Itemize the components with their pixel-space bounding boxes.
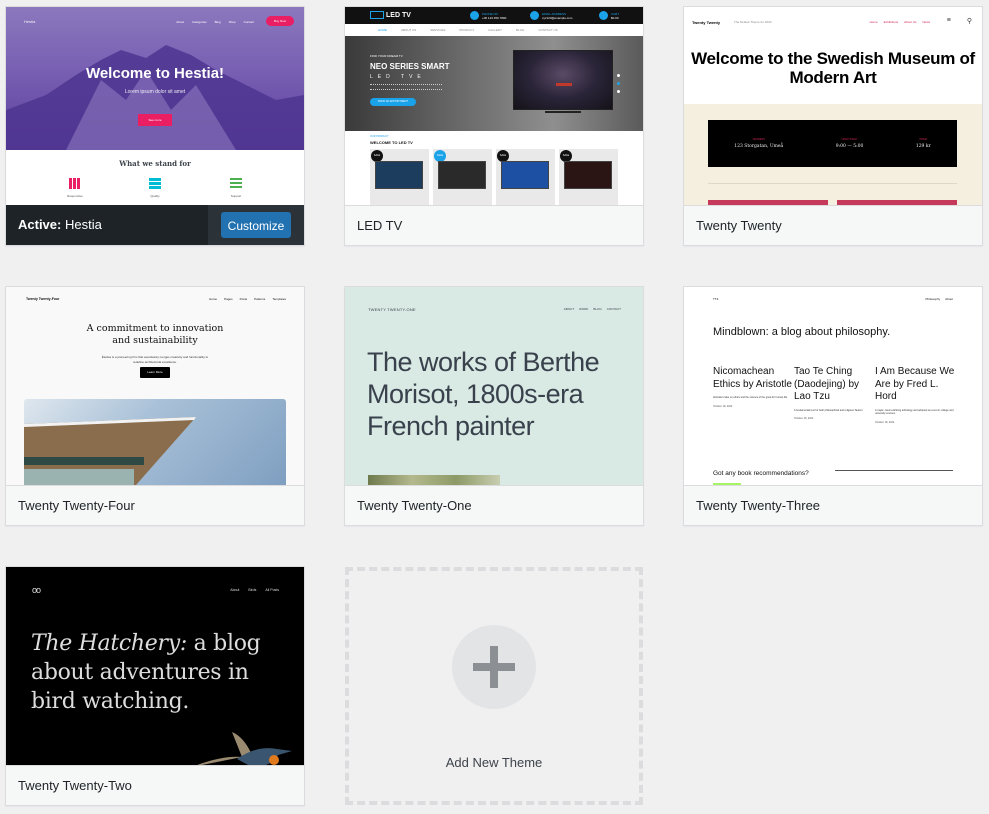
theme-name: Twenty Twenty — [684, 205, 982, 245]
feature-support: Support — [216, 178, 256, 198]
led-topbar: LED TV PHONE NO +00 123 456 7890 EMAIL AD… — [345, 7, 643, 24]
grid-icon — [69, 178, 81, 189]
hero-title: Welcome to the Swedish Museum of Modern … — [691, 49, 975, 87]
product-card: SALEProduct Title 03 — [496, 149, 555, 205]
theme-card-led-tv[interactable]: LED TV PHONE NO +00 123 456 7890 EMAIL AD… — [344, 6, 644, 246]
hero-title: Mindblown: a blog about philosophy. — [713, 326, 891, 338]
hero-title: The Hatchery: a blog about adventures in… — [31, 631, 261, 714]
themes-grid: Hestia About Categories Blog Shop Contac… — [0, 0, 989, 814]
feature-quality: Quality — [135, 178, 175, 198]
add-new-theme-label: Add New Theme — [445, 755, 543, 770]
theme-screenshot[interactable]: oo About Birds All Posts The Hatchery: a b… — [6, 567, 304, 765]
hestia-body: What we stand for Responsive Quality Sup… — [6, 150, 304, 205]
led-hero: FIND YOUR DREAM TV NEO SERIES SMART LED … — [345, 36, 643, 131]
nav-item: About — [176, 20, 185, 24]
tv-icon — [370, 11, 384, 19]
slider-dots — [617, 74, 620, 98]
building-image — [24, 399, 286, 485]
mail-icon — [530, 11, 539, 20]
hestia-logo: Hestia — [24, 19, 36, 24]
theme-screenshot[interactable]: Twenty Twenty-Four Home Pages Posts Pattern… — [6, 287, 304, 485]
theme-name: Twenty Twenty-Two — [6, 765, 304, 805]
see-more-button: See more — [138, 114, 172, 126]
menu-icon: ≡ — [946, 17, 951, 24]
learn-more-button: Learn More — [140, 367, 170, 378]
phone-info: PHONE NO +00 123 456 7890 — [470, 11, 506, 20]
add-new-theme-button[interactable]: Add New Theme — [345, 567, 643, 805]
hero-title: A commitment to innovation and sustainab… — [86, 323, 224, 346]
theme-actions: Customize — [208, 205, 304, 245]
product-card: SALEProduct Title 04 — [559, 149, 618, 205]
theme-card-twenty-twenty[interactable]: Twenty Twenty The Default Theme for 2020… — [683, 6, 983, 246]
theme-screenshot[interactable]: TWENTY TWENTY-ONE ABOUT WORK BLOG CONTACT T… — [345, 287, 643, 485]
hero-title: The works of Berthe Morisot, 1800s-era F… — [367, 347, 600, 441]
painting-image — [368, 475, 500, 485]
post-item: I Am Because We Are by Fred L. Hord A maj… — [875, 366, 955, 424]
theme-card-twenty-twenty-two[interactable]: oo About Birds All Posts The Hatchery: a b… — [5, 566, 305, 806]
nav-item: Categories — [192, 20, 207, 24]
list-icon — [149, 178, 161, 189]
tv-image — [513, 50, 613, 110]
theme-screenshot[interactable]: LED TV PHONE NO +00 123 456 7890 EMAIL AD… — [345, 7, 643, 205]
product-card: SALEProduct Title 01 — [370, 149, 429, 205]
hestia-nav: Hestia About Categories Blog Shop Contac… — [18, 15, 294, 27]
section-title: What we stand for — [119, 159, 191, 168]
theme-screenshot[interactable]: Hestia About Categories Blog Shop Contac… — [6, 7, 304, 205]
cart-info: CART $0.00 — [599, 11, 619, 20]
theme-name-bar: Active: Hestia Customize — [6, 205, 304, 245]
cart-icon — [599, 11, 608, 20]
phone-icon — [470, 11, 479, 20]
active-label: Active: — [18, 217, 62, 232]
feature-responsive: Responsive — [55, 178, 95, 198]
hestia-hero: Hestia About Categories Blog Shop Contac… — [6, 7, 304, 150]
theme-card-twenty-twenty-three[interactable]: TT3 Philosophy About Mindblown: a blog ab… — [683, 286, 983, 526]
nav-item: Contact — [243, 20, 254, 24]
product-card: SALEProduct Title 02 — [433, 149, 492, 205]
theme-card-twenty-twenty-four[interactable]: Twenty Twenty-Four Home Pages Posts Pattern… — [5, 286, 305, 526]
hero-subtitle: LED TVE — [370, 74, 426, 80]
theme-name: Hestia — [64, 217, 102, 232]
post-item: Tao Te Ching (Daodejing) by Lao Tzu A fun… — [794, 366, 864, 420]
nav-item: Shop — [228, 20, 236, 24]
theme-screenshot[interactable]: Twenty Twenty The Default Theme for 2020… — [684, 7, 982, 205]
customize-button[interactable]: Customize — [221, 212, 291, 238]
buy-now-button: Buy Now — [266, 16, 294, 26]
theme-name: Twenty Twenty-Three — [684, 485, 982, 525]
led-nav: HOME ABOUT US SERVICES PRODUCT GALLERY B… — [345, 24, 643, 36]
post-item: Nicomachean Ethics by Aristotle Aristotle… — [713, 366, 792, 408]
theme-name: Twenty Twenty-One — [345, 485, 643, 525]
hestia-subtitle: Lorem ipsum dolor sit amet — [124, 89, 186, 95]
led-logo: LED TV — [370, 11, 411, 19]
led-products: OUR PRODUCT WELCOME TO LED TV SALEProduc… — [345, 131, 643, 205]
hero-title: NEO SERIES SMART — [370, 62, 450, 71]
nav-item: Blog — [214, 20, 221, 24]
bird-image — [197, 732, 292, 765]
site-logo: oo — [32, 585, 41, 595]
theme-name: Twenty Twenty-Four — [6, 485, 304, 525]
email-info: EMAIL ADDRESS xyz123@example.com — [530, 11, 572, 20]
info-box: ADDRESS 123 Storgatan, Umeå OPEN TODAY 9:0… — [708, 120, 957, 167]
theme-card-hestia[interactable]: Hestia About Categories Blog Shop Contac… — [5, 6, 305, 246]
theme-name: LED TV — [345, 205, 643, 245]
hestia-title: Welcome to Hestia! — [85, 65, 225, 82]
appointment-button: BOOK AN APPOINTMENT — [370, 98, 416, 106]
theme-card-twenty-twenty-one[interactable]: TWENTY TWENTY-ONE ABOUT WORK BLOG CONTACT T… — [344, 286, 644, 526]
search-icon: ⚲ — [966, 18, 972, 25]
menu-icon — [230, 178, 242, 189]
plus-icon — [452, 625, 536, 709]
theme-screenshot[interactable]: TT3 Philosophy About Mindblown: a blog ab… — [684, 287, 982, 485]
mountain-image — [6, 45, 304, 150]
